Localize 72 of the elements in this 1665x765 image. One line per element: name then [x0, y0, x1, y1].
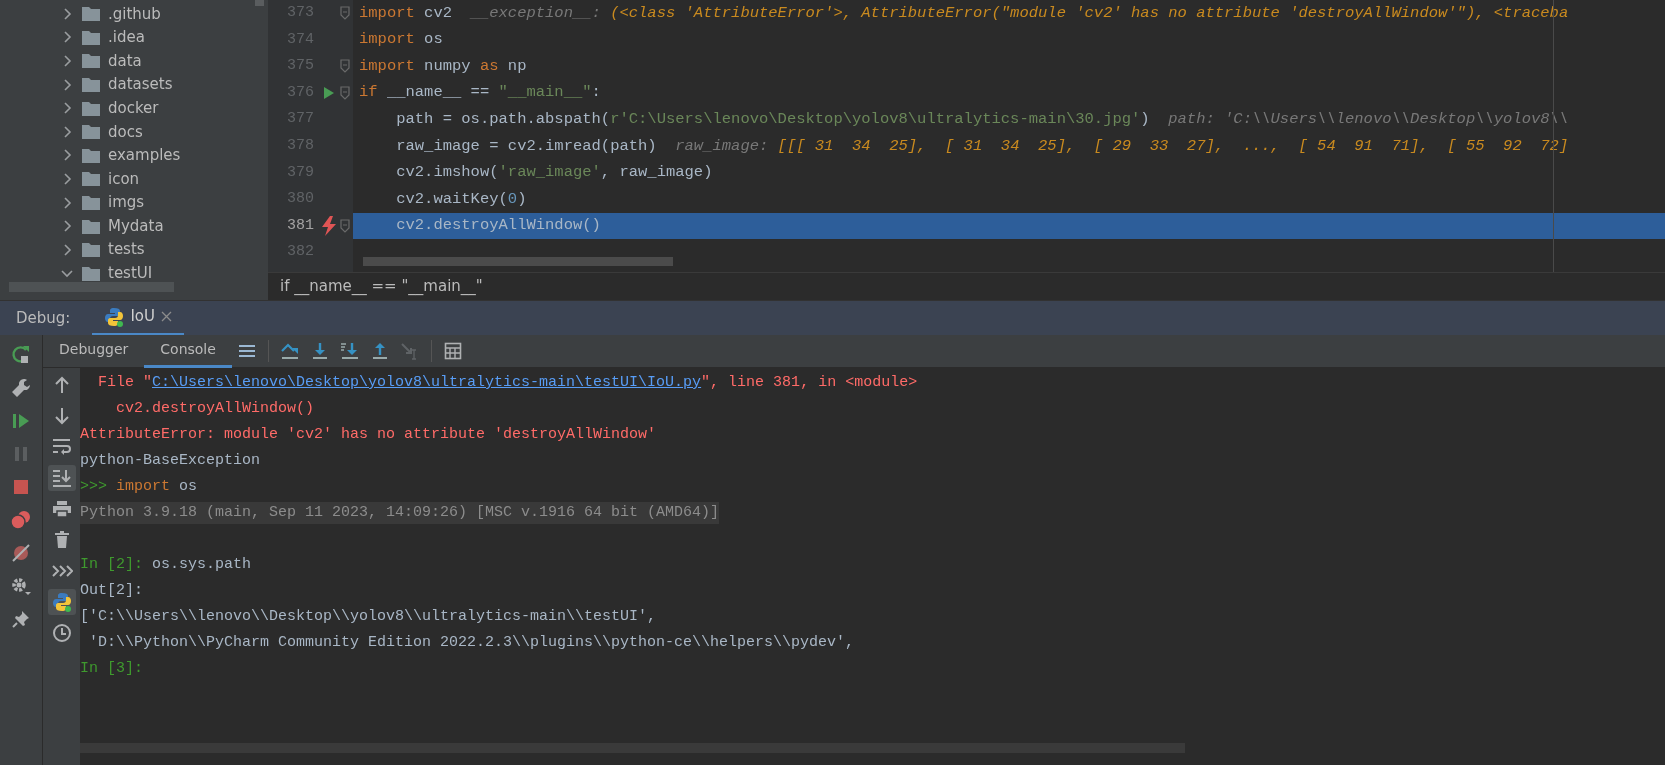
tree-item[interactable]: Mydata — [0, 214, 268, 238]
console-line: 'D:\\Python\\PyCharm Community Edition 2022.2.3\\plugins\\python-ce\\helpers\\pydev', — [88, 632, 855, 653]
tree-item[interactable]: .idea — [0, 25, 268, 50]
console-line: AttributeError: module 'cv2' has no attribute 'destroyAllWindow' — [80, 424, 657, 445]
folder-icon — [82, 6, 100, 22]
code-line: path = os.path.abspath(r'C:\Users\lenovo\Desktop\yolov8\ultralytics-main\30.jpg') path: 'C:\\Users\\lenovo\\Desktop\\yolov8\\ — [395, 109, 1569, 131]
code-line: import cv2 __exception__: (<class 'AttributeError'>, AttributeError("module 'cv2' has no attribute 'destroyAllWindow'"), <traceba — [359, 2, 1569, 24]
console-line: python-BaseException — [80, 450, 261, 471]
code-line: cv2.destroyAllWindow() — [395, 215, 601, 237]
tree-item[interactable]: data — [0, 49, 268, 73]
python-console-icon[interactable] — [47, 589, 76, 615]
folder-name: examples — [108, 145, 181, 167]
console-line: In [2]: os.sys.path — [80, 554, 252, 575]
python-icon — [104, 306, 125, 327]
folder-name: docs — [108, 121, 143, 143]
tree-item[interactable]: testUI — [0, 261, 268, 286]
tab[interactable]: Console — [144, 334, 232, 368]
console-line: cv2.destroyAllWindow() — [115, 398, 315, 419]
scroll-to-end-icon[interactable] — [47, 465, 76, 491]
folder-name: icon — [108, 168, 140, 190]
tree-item[interactable]: .github — [0, 2, 268, 26]
fold-icon[interactable] — [340, 86, 350, 101]
folder-icon — [82, 53, 100, 69]
code-line: cv2.waitKey(0) — [395, 188, 527, 210]
tree-item[interactable]: datasets — [0, 72, 268, 97]
tree-item[interactable]: docker — [0, 96, 268, 120]
folder-name: data — [108, 50, 142, 72]
scrollbar-thumb[interactable] — [9, 282, 174, 292]
folder-name: docker — [108, 97, 159, 119]
breadcrumb[interactable]: if __name__ == "__main__" — [280, 275, 483, 298]
folder-icon — [82, 124, 100, 140]
tree-item[interactable]: tests — [0, 237, 268, 262]
scrollbar-thumb[interactable] — [363, 257, 673, 266]
run-icon[interactable] — [323, 86, 335, 101]
folder-name: .idea — [108, 27, 145, 49]
folder-icon — [82, 77, 100, 93]
folder-icon — [82, 218, 100, 234]
file-link[interactable]: C:\Users\lenovo\Desktop\yolov8\ultralytics-main\testUI\IoU.py — [152, 371, 702, 395]
folder-name: Mydata — [108, 215, 164, 237]
folder-icon — [82, 29, 100, 45]
code-line: import os — [359, 29, 443, 51]
console-line: Out[2]: — [80, 580, 143, 601]
tab[interactable]: Debugger — [43, 334, 145, 368]
folder-name: .github — [108, 3, 161, 25]
console-line: >>> import os — [80, 476, 198, 497]
code-line: import numpy as np — [359, 55, 527, 77]
fold-icon[interactable] — [340, 6, 350, 21]
folder-icon — [82, 195, 100, 211]
folder-icon — [82, 100, 100, 116]
folder-name: imgs — [108, 192, 145, 214]
console-text: ", line 381, in <module> — [701, 372, 918, 393]
tree-item[interactable]: icon — [0, 167, 268, 191]
fold-icon[interactable] — [340, 219, 350, 234]
tree-item[interactable]: examples — [0, 143, 268, 168]
line-number: 381 — [286, 215, 315, 236]
folder-name: datasets — [108, 74, 173, 96]
console-text: File " — [97, 372, 152, 393]
close-icon[interactable] — [161, 311, 172, 322]
folder-icon — [82, 171, 100, 187]
fold-icon[interactable] — [340, 59, 350, 74]
console-line: ['C:\\Users\\lenovo\\Desktop\\yolov8\\ultralytics-main\\testUI', — [80, 606, 657, 627]
panel-title: Debug: — [15, 307, 72, 329]
tree-item[interactable]: imgs — [0, 190, 268, 215]
folder-icon — [82, 147, 100, 163]
folder-icon — [82, 242, 100, 258]
code-line: cv2.imshow('raw_image', raw_image) — [395, 162, 713, 184]
scrollbar-thumb[interactable] — [255, 0, 264, 6]
tree-item[interactable]: docs — [0, 119, 268, 144]
console-line: In [3]: — [80, 658, 143, 679]
code-line: if __name__ == "__main__": — [359, 82, 601, 104]
folder-name: testUI — [108, 263, 153, 285]
folder-name: tests — [108, 239, 145, 261]
